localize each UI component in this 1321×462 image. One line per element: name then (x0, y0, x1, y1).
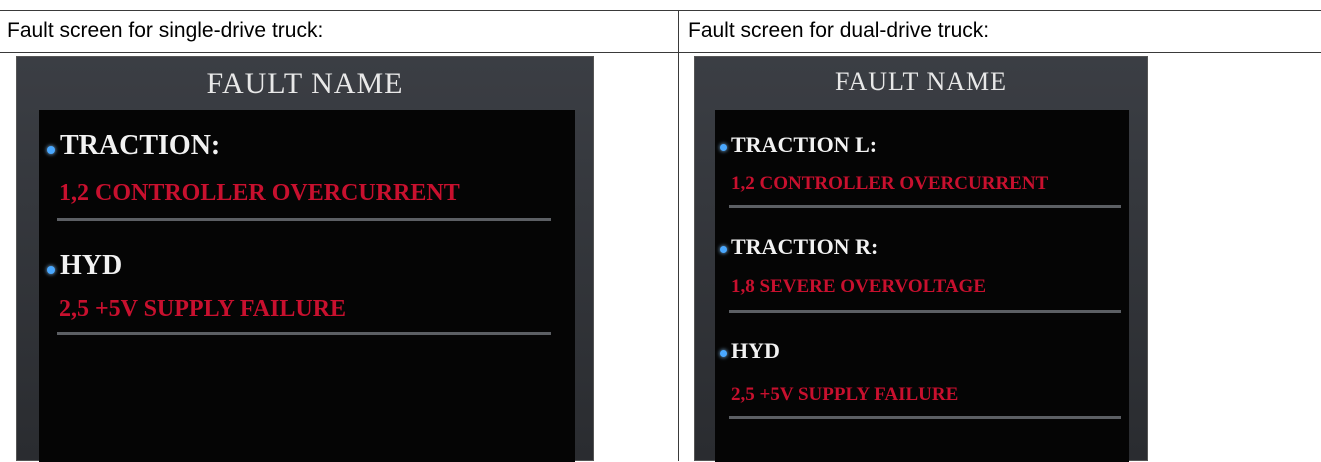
dual-drive-fault-screen: FAULT NAME TRACTION L: 1,2 CONTROLLER OV… (694, 56, 1148, 462)
fault-label: HYD (731, 338, 780, 363)
fault-label: TRACTION: (60, 130, 221, 161)
table-column-divider (678, 10, 679, 461)
table-header-border (0, 52, 1321, 53)
fault-panel: TRACTION: 1,2 CONTROLLER OVERCURRENT HYD… (39, 110, 575, 462)
screen-title: FAULT NAME (834, 67, 1008, 96)
fault-panel: TRACTION L: 1,2 CONTROLLER OVERCURRENT T… (715, 110, 1129, 462)
bullet-icon (720, 246, 727, 253)
fault-label: TRACTION L: (731, 132, 878, 157)
fault-label: TRACTION R: (731, 234, 879, 259)
fault-message: 1,2 CONTROLLER OVERCURRENT (59, 180, 460, 206)
fault-message: 2,5 +5V SUPPLY FAILURE (59, 296, 347, 322)
fault-message: 1,8 SEVERE OVERVOLTAGE (731, 276, 986, 297)
single-drive-fault-screen: FAULT NAME TRACTION: 1,2 CONTROLLER OVER… (16, 56, 594, 462)
fault-underline (729, 416, 1121, 419)
fault-underline (57, 332, 551, 335)
bullet-icon (720, 144, 727, 151)
caption-dual-drive: Fault screen for dual-drive truck: (688, 19, 990, 42)
fault-label: HYD (60, 250, 123, 281)
bullet-icon (47, 146, 55, 154)
table-top-border (0, 10, 1321, 11)
fault-underline (729, 205, 1121, 208)
fault-underline (729, 310, 1121, 313)
fault-message: 1,2 CONTROLLER OVERCURRENT (731, 173, 1049, 194)
caption-single-drive: Fault screen for single-drive truck: (7, 19, 324, 42)
fault-underline (57, 218, 551, 221)
bullet-icon (720, 350, 727, 357)
bullet-icon (47, 266, 55, 274)
screen-title: FAULT NAME (206, 67, 404, 100)
fault-message: 2,5 +5V SUPPLY FAILURE (731, 384, 959, 405)
